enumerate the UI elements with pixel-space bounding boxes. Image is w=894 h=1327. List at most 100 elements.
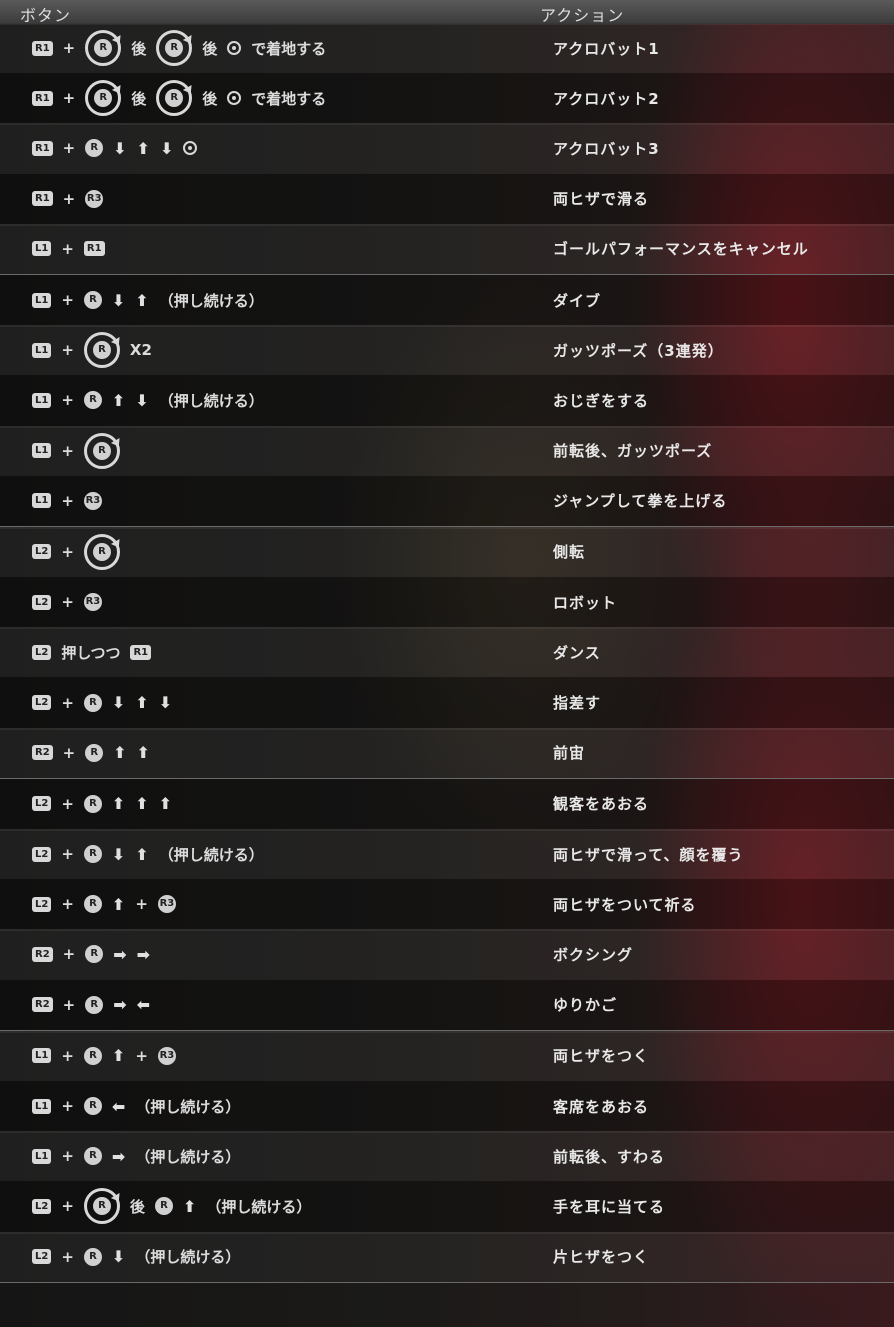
- action-label: おじぎをする: [553, 391, 650, 410]
- plus-sign: +: [61, 1147, 74, 1166]
- right-stick-icon: R: [165, 89, 184, 108]
- action-label: ゆりかご: [553, 996, 618, 1015]
- arrow-up-icon: ⬆: [136, 138, 151, 158]
- plus-sign: +: [61, 1097, 74, 1116]
- button-combo: R1 + R3: [32, 174, 104, 224]
- plus-sign: +: [61, 1197, 74, 1216]
- right-stick-icon: R: [83, 895, 102, 914]
- shoulder-button-icon: L2: [32, 796, 52, 812]
- circle-button-icon: [227, 91, 242, 106]
- combo-text: 後: [202, 39, 218, 58]
- action-label: 側転: [553, 543, 586, 562]
- combo-text: 後: [131, 89, 147, 108]
- right-stick-icon: R: [83, 1147, 102, 1166]
- right-stick-icon: R: [83, 1046, 102, 1065]
- plus-sign: +: [135, 1046, 148, 1065]
- command-group: L2 + R ⬆ ⬆ ⬆ 観客をあおる L2 + R ⬇ ⬆ （押し続ける） 両ヒザで滑って、顔を覆う L2…: [0, 778, 894, 1031]
- action-label: 両ヒザをつく: [553, 1047, 650, 1066]
- action-label: アクロバット2: [553, 89, 660, 108]
- combo-text: X2: [129, 341, 152, 360]
- combo-text: （押し続ける）: [158, 845, 264, 864]
- command-row: L2 + R 側転: [0, 526, 894, 578]
- stick-rotate-icon: R: [83, 432, 120, 469]
- right-stick-icon: R: [92, 542, 111, 561]
- table-header: ボタン アクション: [0, 0, 894, 25]
- button-combo: R1 + R 後 R 後で着地する: [32, 73, 326, 123]
- plus-sign: +: [61, 542, 74, 561]
- arrow-up-icon: ⬆: [111, 794, 126, 814]
- action-label: 両ヒザをついて祈る: [553, 895, 697, 914]
- shoulder-button-icon: R1: [32, 90, 53, 106]
- button-combo: L2 + R ⬇ ⬆ （押し続ける）: [32, 829, 264, 879]
- shoulder-button-icon: R1: [130, 644, 152, 660]
- shoulder-button-icon: L1: [32, 292, 52, 308]
- arrow-down-icon: ⬇: [160, 138, 174, 158]
- combo-text: （押し続ける）: [158, 291, 264, 310]
- command-row: L1 + R1 ゴールパフォーマンスをキャンセル: [0, 223, 894, 274]
- right-stick-icon: R: [83, 1097, 102, 1116]
- shoulder-button-icon: R2: [32, 997, 53, 1013]
- button-combo: L1 + R3: [32, 476, 102, 526]
- combo-text: で着地する: [251, 89, 327, 108]
- plus-sign: +: [61, 845, 74, 864]
- command-row: L2 + R3 ロボット: [0, 577, 894, 628]
- plus-sign: +: [62, 743, 76, 762]
- arrow-down-icon: ⬇: [111, 290, 126, 310]
- combo-text: で着地する: [251, 39, 327, 58]
- right-stick-icon: R: [92, 341, 111, 360]
- right-stick-icon: R: [85, 743, 104, 762]
- arrow-up-icon: ⬆: [111, 390, 126, 410]
- shoulder-button-icon: R1: [32, 191, 53, 207]
- shoulder-button-icon: R1: [32, 40, 53, 56]
- command-group: R1 + R 後 R 後で着地する アクロバット1 R1 + R 後 R 後で着地する アクロバット2 R1…: [0, 23, 894, 275]
- button-combo: L2 + R 後 R ⬆ （押し続ける）: [32, 1181, 311, 1231]
- right-stick-icon: R: [83, 693, 102, 712]
- combo-text: （押し続ける）: [206, 1197, 312, 1216]
- arrow-left-icon: ⬅: [136, 995, 151, 1015]
- right-stick-icon: R3: [83, 491, 102, 510]
- action-label: ボクシング: [553, 945, 634, 964]
- right-stick-icon: R: [94, 89, 113, 108]
- right-stick-icon: R3: [157, 895, 176, 914]
- plus-sign: +: [62, 995, 76, 1014]
- stick-rotate-icon: R: [85, 80, 122, 117]
- button-combo: L2 + R ⬇ ⬆ ⬇: [32, 677, 172, 727]
- command-row: R1 + R ⬇ ⬆ ⬇ アクロバット3: [0, 123, 894, 174]
- stick-rotate-icon: R: [156, 30, 193, 67]
- command-row: R1 + R 後 R 後で着地する アクロバット1: [0, 23, 894, 74]
- action-label: 両ヒザで滑る: [553, 190, 650, 209]
- right-stick-icon: R: [92, 441, 111, 460]
- arrow-down-icon: ⬇: [111, 1247, 126, 1267]
- button-combo: L1 + R: [32, 426, 120, 476]
- shoulder-button-icon: R2: [32, 946, 53, 962]
- shoulder-button-icon: L2: [32, 896, 52, 912]
- action-label: 前宙: [553, 744, 586, 763]
- combo-text: 後: [129, 1197, 145, 1216]
- button-combo: L1 + R ➡ （押し続ける）: [32, 1131, 240, 1181]
- command-row: L1 + R ⬇ ⬆ （押し続ける） ダイブ: [0, 274, 894, 326]
- arrow-left-icon: ⬅: [111, 1096, 126, 1116]
- right-stick-icon: R: [85, 995, 104, 1014]
- plus-sign: +: [62, 945, 76, 964]
- command-row: L2 押しつつ R1 ダンス: [0, 627, 894, 678]
- combo-text: （押し続ける）: [135, 1147, 241, 1166]
- plus-sign: +: [61, 239, 74, 258]
- arrow-right-icon: ➡: [113, 995, 127, 1015]
- button-combo: L2 + R: [32, 527, 120, 577]
- arrow-down-icon: ⬇: [113, 138, 127, 158]
- action-label: 両ヒザで滑って、顔を覆う: [553, 845, 744, 864]
- shoulder-button-icon: L1: [32, 342, 52, 358]
- shoulder-button-icon: R2: [32, 745, 53, 761]
- action-label: 片ヒザをつく: [553, 1248, 650, 1267]
- right-stick-icon: R: [83, 391, 102, 410]
- command-row: R1 + R 後 R 後で着地する アクロバット2: [0, 73, 894, 124]
- shoulder-button-icon: L2: [32, 846, 52, 862]
- command-row: L2 + R ⬇ （押し続ける） 片ヒザをつく: [0, 1231, 894, 1282]
- plus-sign: +: [61, 391, 74, 410]
- button-combo: R2 + R ➡ ➡: [32, 929, 150, 979]
- button-combo: R1 + R ⬇ ⬆ ⬇: [32, 123, 198, 173]
- arrow-up-icon: ⬆: [111, 1046, 126, 1066]
- shoulder-button-icon: L1: [32, 1098, 52, 1114]
- plus-sign: +: [61, 491, 74, 510]
- button-combo: R2 + R ➡ ⬅: [32, 980, 150, 1030]
